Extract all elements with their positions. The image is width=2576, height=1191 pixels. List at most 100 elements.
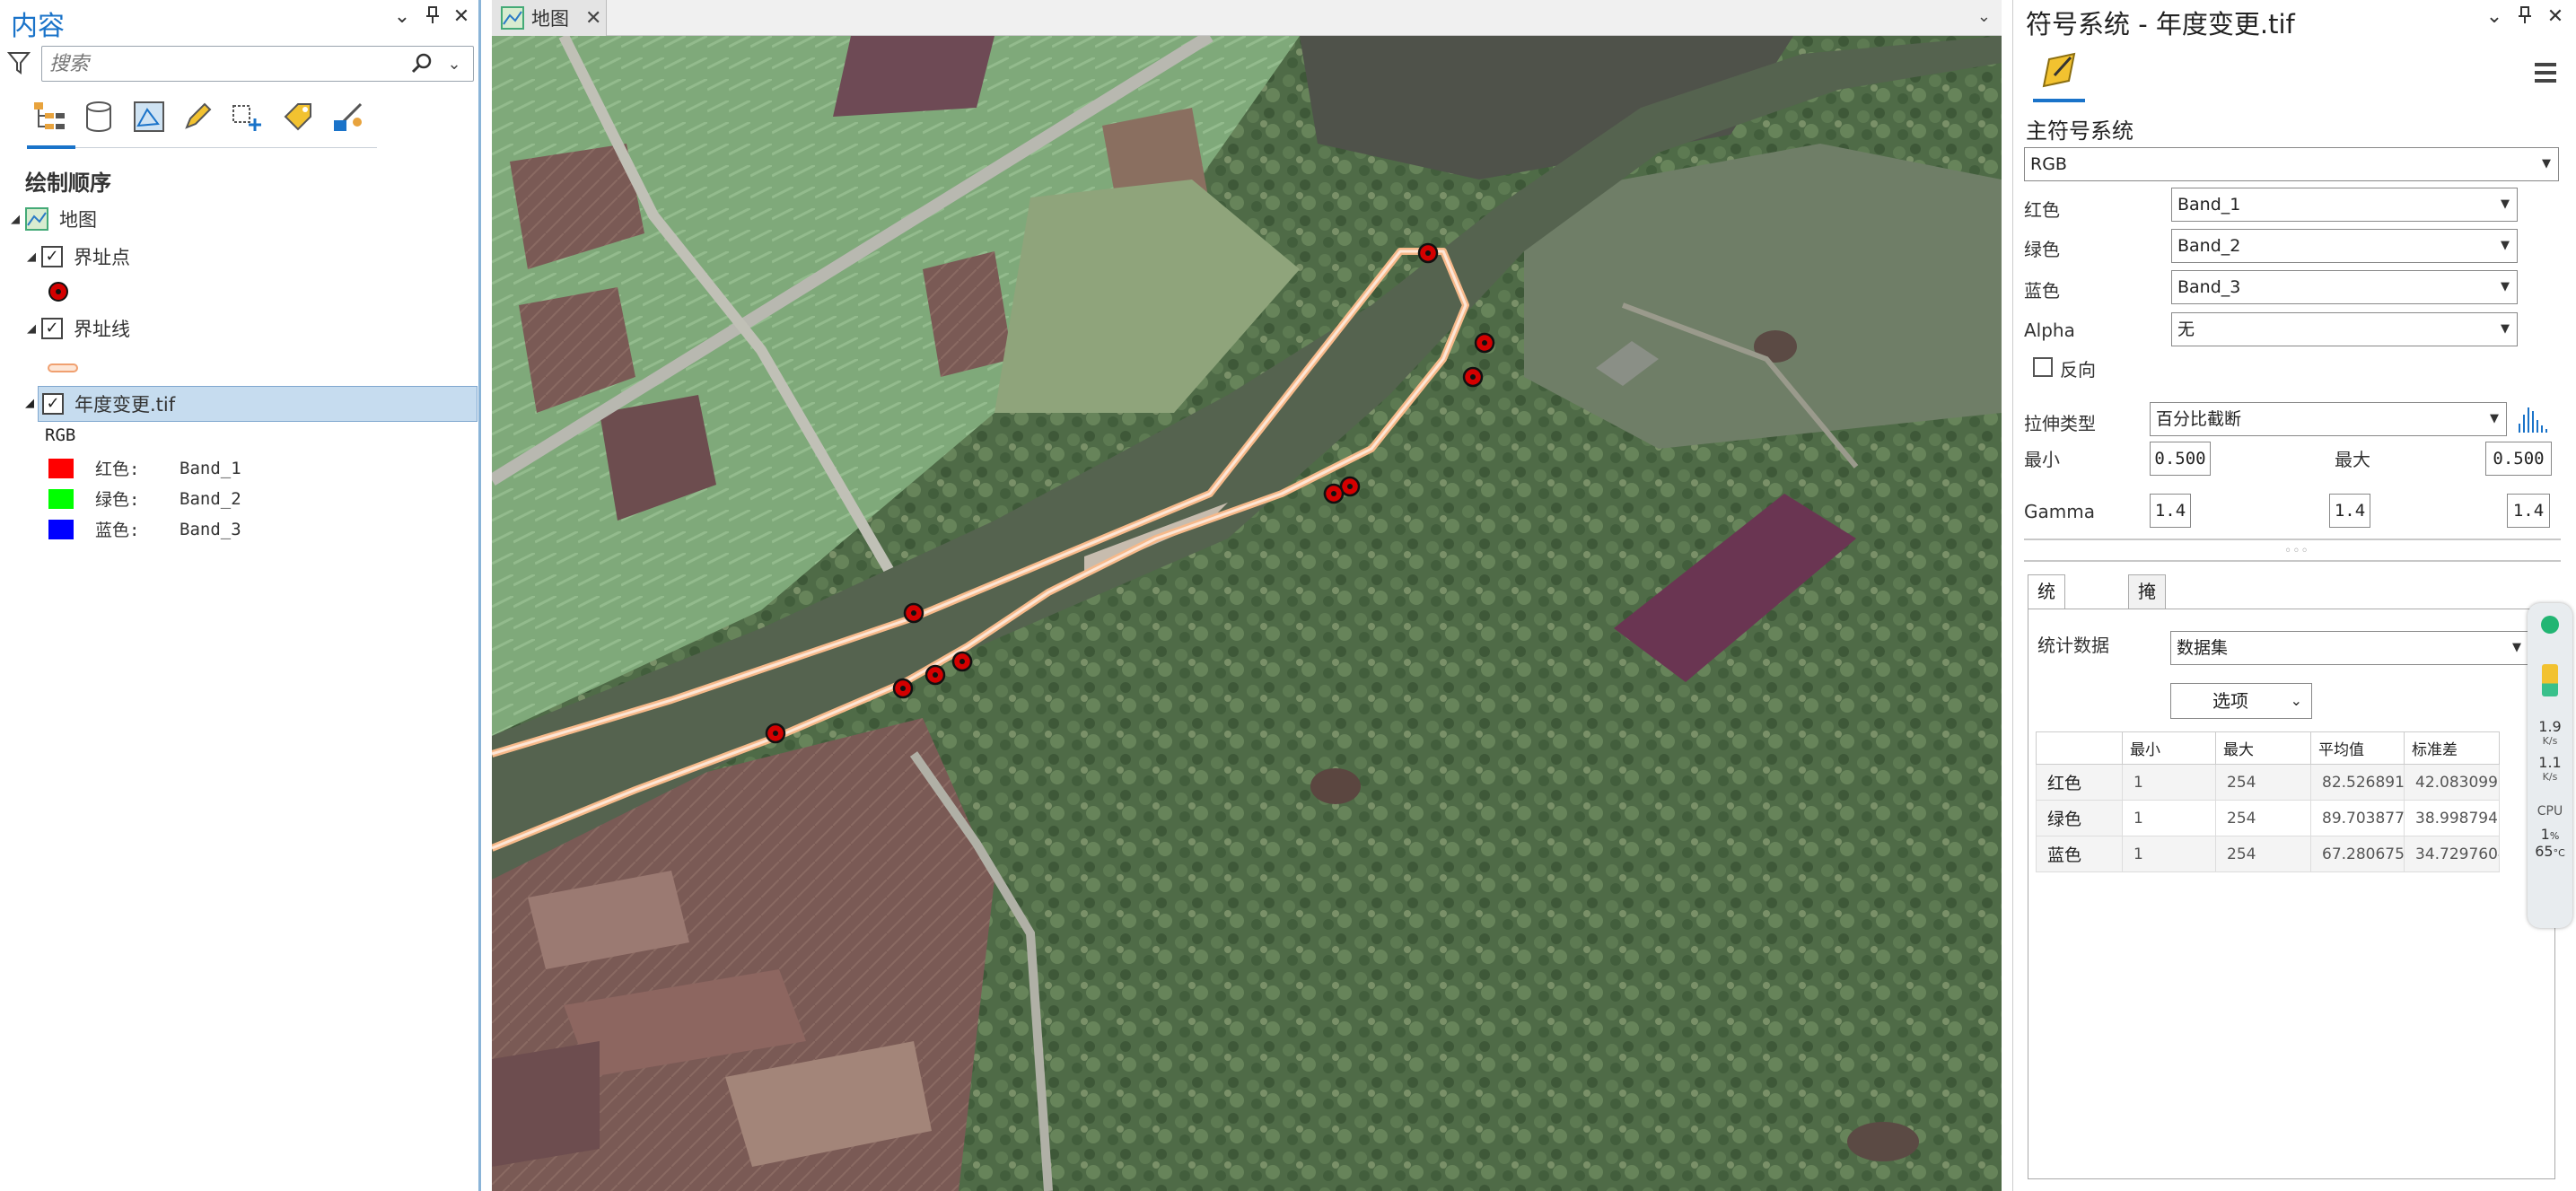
list-by-drawing-order-icon[interactable]: [27, 95, 70, 138]
chevron-down-icon: ⌄: [2290, 692, 2302, 709]
search-input[interactable]: [49, 50, 408, 77]
boundary-point-marker[interactable]: [765, 722, 786, 744]
gamma-red-input[interactable]: 1.4: [2150, 494, 2191, 528]
boundary-point-marker[interactable]: [1462, 366, 1484, 388]
close-icon[interactable]: ✕: [449, 5, 474, 28]
table-row[interactable]: 蓝色 1 254 67.2806754 34.7297604: [2036, 836, 2500, 872]
boundary-point-marker[interactable]: [1417, 242, 1439, 264]
list-by-perspective-icon[interactable]: [327, 95, 370, 138]
map-canvas[interactable]: [492, 36, 2002, 1191]
system-monitor-widget[interactable]: 1.9 K/s 1.1 K/s CPU 1% 65°C: [2528, 603, 2572, 928]
collapse-arrow-icon[interactable]: ◢: [5, 213, 25, 226]
tree-item-map[interactable]: ◢ 地图: [5, 203, 97, 235]
layer-row-boundary-lines[interactable]: ◢ ✓ 界址线: [22, 312, 130, 345]
tab-list-chevron-icon[interactable]: ⌄: [1977, 7, 1991, 26]
draw-order-heading: 绘制顺序: [25, 171, 111, 196]
layer-row-annual-change-raster[interactable]: ✓ 年度变更.tif: [38, 386, 478, 422]
boundary-point-marker[interactable]: [1323, 483, 1345, 504]
column-header[interactable]: 最小: [2122, 731, 2216, 765]
point-symbol-icon[interactable]: [47, 280, 70, 303]
splitter-grip-icon[interactable]: ◦◦◦: [2284, 544, 2309, 558]
chevron-down-icon: ▼: [2490, 412, 2499, 425]
hamburger-menu-icon[interactable]: [2535, 63, 2560, 84]
layer-visibility-checkbox[interactable]: ✓: [41, 246, 63, 267]
cpu-label: CPU: [2537, 804, 2563, 819]
list-by-source-icon[interactable]: [77, 95, 120, 138]
pin-icon[interactable]: [420, 5, 445, 31]
alpha-band-select[interactable]: 无 ▼: [2171, 312, 2518, 346]
search-icon[interactable]: [410, 52, 435, 77]
statistics-source-select[interactable]: 数据集 ▼: [2170, 631, 2529, 665]
table-row[interactable]: 红色 1 254 82.5268910 42.0830998: [2036, 764, 2500, 801]
close-icon[interactable]: ✕: [2543, 5, 2568, 28]
pin-icon[interactable]: [2512, 5, 2537, 31]
primary-symbology-heading: 主符号系统: [2026, 118, 2134, 144]
boundary-point-marker[interactable]: [924, 664, 946, 686]
layer-row-boundary-points[interactable]: ◢ ✓ 界址点: [22, 241, 130, 273]
line-symbol-icon[interactable]: [47, 357, 79, 372]
table-header-row: 最小 最大 平均值 标准差: [2036, 731, 2500, 765]
chevron-down-icon: ▼: [2501, 280, 2510, 293]
list-by-editing-icon[interactable]: [176, 95, 219, 138]
collapse-arrow-icon[interactable]: ◢: [22, 250, 41, 264]
chevron-down-icon: ▼: [2501, 322, 2510, 336]
alpha-band-value: 无: [2177, 320, 2195, 339]
layer-visibility-checkbox[interactable]: ✓: [41, 318, 63, 339]
list-by-selection-icon[interactable]: [127, 95, 171, 138]
table-cell: 89.7038777: [2310, 800, 2405, 836]
stretch-type-select[interactable]: 百分比截断 ▼: [2150, 402, 2507, 436]
renderer-select[interactable]: RGB ▼: [2024, 147, 2559, 181]
boundary-point-marker[interactable]: [951, 651, 973, 672]
column-header[interactable]: 平均值: [2310, 731, 2405, 765]
min-label: 最小: [2024, 449, 2060, 470]
tab-mask[interactable]: 掩膜: [2128, 574, 2166, 635]
legend-channel-label: 红色:: [95, 460, 140, 479]
table-cell: 42.0830998: [2404, 764, 2500, 801]
legend-band-red: 红色: Band_1: [48, 456, 241, 480]
min-percent-input[interactable]: 0.500: [2150, 442, 2211, 476]
temperature-unit: °C: [2553, 847, 2565, 859]
table-cell: 38.9987941: [2404, 800, 2500, 836]
search-options-chevron-icon[interactable]: ⌄: [442, 52, 466, 77]
list-by-labeling-icon[interactable]: [276, 95, 320, 138]
collapse-arrow-icon[interactable]: ◢: [22, 322, 41, 336]
boundary-points-layer: [765, 242, 1495, 744]
search-box[interactable]: ⌄: [41, 46, 474, 82]
boundary-point-marker[interactable]: [903, 602, 924, 624]
filter-icon[interactable]: [6, 50, 32, 77]
gamma-green-input[interactable]: 1.4: [2329, 494, 2370, 528]
histogram-icon[interactable]: [2516, 404, 2550, 434]
tab-statistics[interactable]: 统计数据: [2028, 574, 2065, 699]
download-rate: 1.1: [2538, 754, 2562, 771]
boundary-point-marker[interactable]: [892, 678, 914, 699]
blue-band-value: Band_3: [2177, 277, 2241, 297]
green-swatch: [48, 488, 74, 509]
options-button[interactable]: 选项 ⌄: [2170, 683, 2312, 719]
close-tab-icon[interactable]: ✕: [585, 7, 601, 30]
list-by-snapping-icon[interactable]: [226, 95, 269, 138]
cpu-value: 1: [2540, 826, 2550, 843]
pane-options-chevron-icon[interactable]: ⌄: [390, 5, 415, 28]
table-cell: 67.2806754: [2310, 836, 2405, 872]
table-row[interactable]: 绿色 1 254 89.7038777 38.9987941: [2036, 800, 2500, 836]
blue-band-select[interactable]: Band_3 ▼: [2171, 270, 2518, 304]
column-header[interactable]: 最大: [2215, 731, 2311, 765]
red-band-value: Band_1: [2177, 195, 2241, 215]
primary-symbology-brush-icon[interactable]: [2038, 50, 2083, 95]
contents-pane-title: 内容: [11, 11, 65, 42]
tree-label-map: 地图: [59, 209, 97, 231]
map-tab[interactable]: 地图 ✕: [492, 0, 607, 36]
green-band-select[interactable]: Band_2 ▼: [2171, 229, 2518, 263]
layer-visibility-checkbox[interactable]: ✓: [42, 393, 64, 415]
boundary-point-marker[interactable]: [1474, 332, 1495, 354]
red-channel-label: 红色: [2024, 199, 2060, 221]
gamma-blue-input[interactable]: 1.4: [2507, 494, 2550, 528]
pane-options-chevron-icon[interactable]: ⌄: [2482, 5, 2507, 28]
invert-checkbox[interactable]: [2033, 357, 2053, 377]
collapse-arrow-icon[interactable]: ◢: [25, 397, 34, 410]
max-percent-input[interactable]: 0.500: [2485, 442, 2552, 476]
column-header[interactable]: 标准差: [2404, 731, 2500, 765]
red-band-select[interactable]: Band_1 ▼: [2171, 188, 2518, 222]
blue-swatch: [48, 519, 74, 539]
table-cell: 1: [2122, 764, 2216, 801]
